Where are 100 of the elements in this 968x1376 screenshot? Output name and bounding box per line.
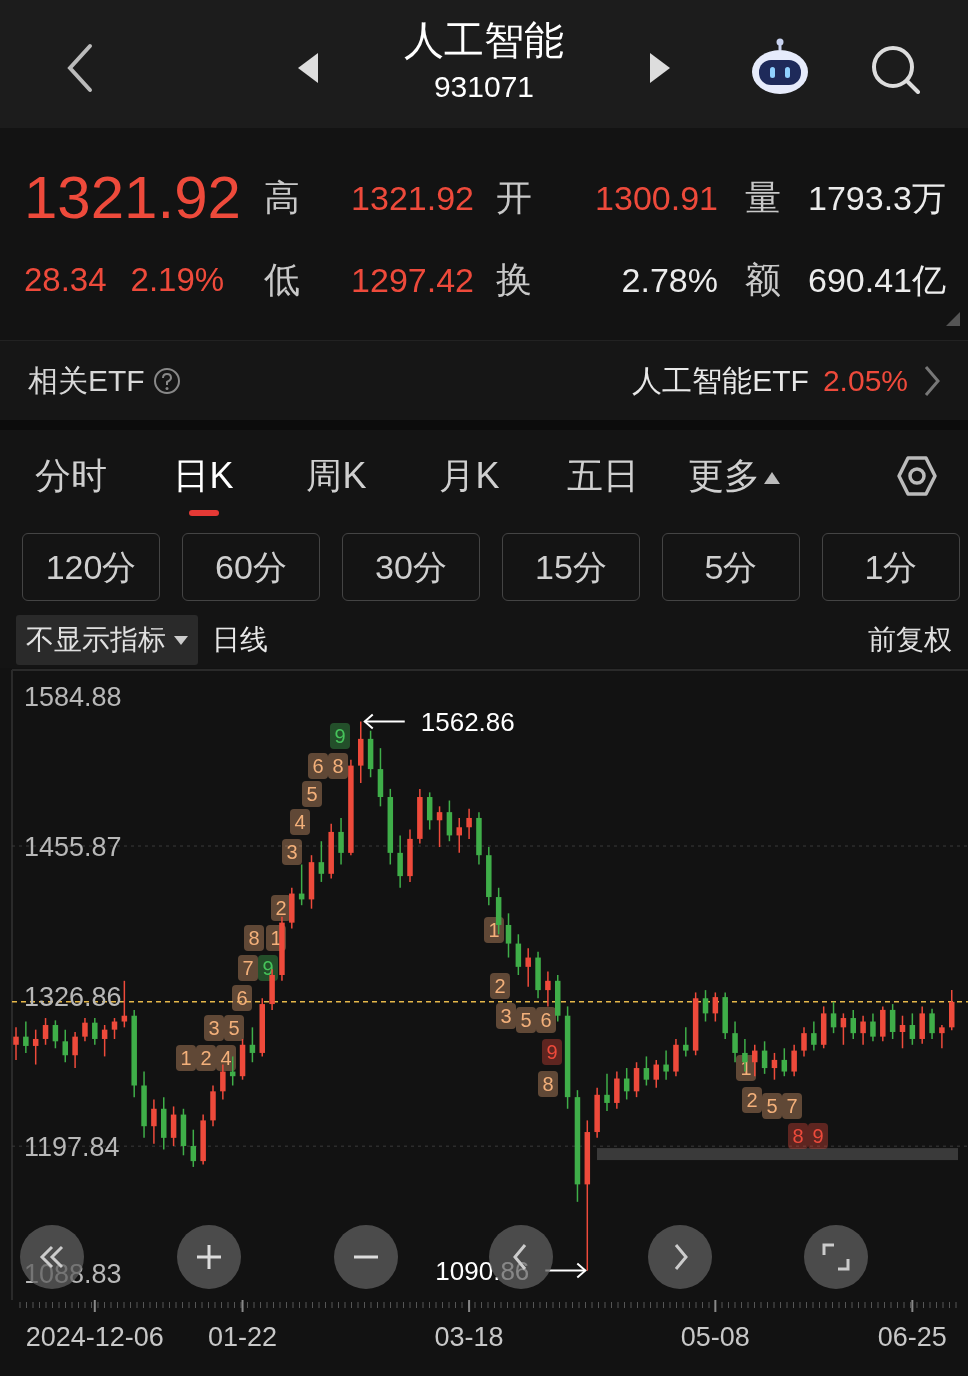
sequence-badge: 3: [496, 1003, 516, 1029]
candlestick: [830, 1001, 837, 1034]
left-arrow: [363, 713, 406, 730]
tab[interactable]: 分时: [4, 430, 137, 522]
stat-value: 690.41亿: [808, 259, 947, 301]
interval-button[interactable]: 5分: [662, 533, 800, 601]
candlestick: [92, 1017, 98, 1046]
previous-triangle-icon[interactable]: [298, 53, 318, 83]
chevron-right-icon[interactable]: [924, 364, 940, 397]
sequence-badge: 3: [204, 1015, 224, 1041]
price-adjust-option[interactable]: 前复权: [868, 619, 952, 661]
stat-value: 1793.3万: [808, 177, 947, 219]
axis-label: 1455.87: [24, 832, 122, 863]
sequence-badge: 8: [538, 1071, 558, 1097]
next-triangle-icon[interactable]: [650, 53, 670, 83]
axis-label: 1584.88: [24, 681, 122, 712]
sequence-badge: 8: [328, 753, 348, 779]
sequence-badge: 1: [484, 917, 504, 943]
stat-label: 额: [744, 258, 782, 302]
robot-icon[interactable]: [750, 38, 810, 96]
candlestick: [446, 799, 453, 842]
sequence-badge: 9: [258, 955, 278, 981]
candlestick: [604, 1073, 610, 1112]
stock-code: 931071: [432, 72, 536, 102]
candlestick: [32, 1028, 39, 1066]
interval-button[interactable]: 120分: [22, 533, 160, 601]
axis-label: 1197.84: [24, 1132, 120, 1163]
candlestick: [870, 1012, 876, 1043]
candlestick: [220, 1063, 226, 1101]
sequence-badge: 9: [330, 723, 350, 749]
candlestick: [801, 1026, 807, 1058]
stat-label: 高: [263, 176, 301, 220]
candlestick: [318, 840, 325, 883]
triangle-up-icon[interactable]: [764, 470, 780, 484]
help-icon[interactable]: [152, 366, 181, 395]
search-icon[interactable]: [870, 44, 920, 94]
candlestick: [781, 1047, 788, 1077]
tab[interactable]: 日K: [137, 430, 270, 522]
candlestick: [643, 1055, 650, 1087]
candlestick: [939, 1024, 945, 1050]
candlestick: [72, 1031, 78, 1069]
stat-label: 换: [495, 258, 533, 302]
dropdown-caret-icon[interactable]: [174, 635, 188, 645]
sequence-badge: 2: [196, 1045, 216, 1071]
etf-label: 相关ETF: [28, 363, 145, 399]
stat-value: 1297.42: [350, 259, 474, 301]
indicator-dropdown[interactable]: 不显示指标: [16, 615, 198, 665]
tab[interactable]: 月K: [403, 430, 536, 522]
etf-name[interactable]: 人工智能ETF: [632, 358, 809, 403]
interval-button[interactable]: 60分: [182, 533, 320, 601]
candlestick: [545, 970, 551, 1008]
annotation-label: 1090.86: [435, 1255, 530, 1286]
axis-label: 1326.86: [24, 982, 122, 1013]
candlestick: [663, 1049, 669, 1081]
candlestick: [860, 1014, 866, 1046]
sequence-badge: 6: [536, 1007, 556, 1033]
interval-button[interactable]: 15分: [502, 533, 640, 601]
candlestick: [151, 1098, 157, 1145]
last-price: 1321.92: [24, 168, 242, 228]
candlestick: [62, 1028, 68, 1063]
candlestick: [170, 1105, 177, 1147]
date-label: 01-22: [208, 1322, 278, 1352]
candlestick: [702, 989, 709, 1023]
candlestick: [82, 1017, 88, 1043]
sequence-badge: 4: [290, 809, 310, 835]
date-label: 06-25: [877, 1322, 947, 1352]
plus-icon[interactable]: [195, 1243, 223, 1271]
stat-value: 1321.92: [350, 177, 474, 219]
fullscreen-icon[interactable]: [822, 1243, 850, 1271]
candlestick: [791, 1044, 797, 1077]
sequence-badge: 4: [216, 1045, 236, 1071]
candlestick: [426, 791, 433, 831]
candlestick: [466, 807, 472, 840]
sequence-badge: 5: [516, 1007, 536, 1033]
sequence-badge: 7: [238, 955, 258, 981]
date-label: 03-18: [434, 1322, 504, 1352]
percent-change: 2.19%: [130, 260, 225, 301]
candlestick: [397, 834, 403, 889]
sequence-badge: 8: [244, 925, 264, 951]
candlestick: [633, 1061, 640, 1098]
candlestick: [515, 933, 522, 976]
candlestick: [505, 912, 512, 959]
candlestick: [525, 947, 531, 988]
settings-icon[interactable]: [896, 454, 938, 498]
candlestick: [190, 1128, 197, 1168]
sequence-badge: 9: [808, 1123, 828, 1149]
candlestick: [23, 1020, 29, 1054]
candlestick: [909, 1012, 916, 1046]
sequence-badge: 9: [542, 1039, 562, 1065]
sequence-badge: 3: [282, 839, 302, 865]
sequence-badge: 5: [224, 1015, 244, 1041]
tab[interactable]: 周K: [270, 430, 403, 522]
interval-button[interactable]: 1分: [822, 533, 960, 601]
sequence-badge: 5: [302, 781, 322, 807]
candlestick: [811, 1020, 817, 1052]
interval-button[interactable]: 30分: [342, 533, 480, 601]
expand-corner-icon[interactable]: [946, 312, 960, 326]
candlestick: [850, 1009, 856, 1040]
candlestick: [683, 1026, 689, 1058]
candlestick: [752, 1044, 758, 1077]
